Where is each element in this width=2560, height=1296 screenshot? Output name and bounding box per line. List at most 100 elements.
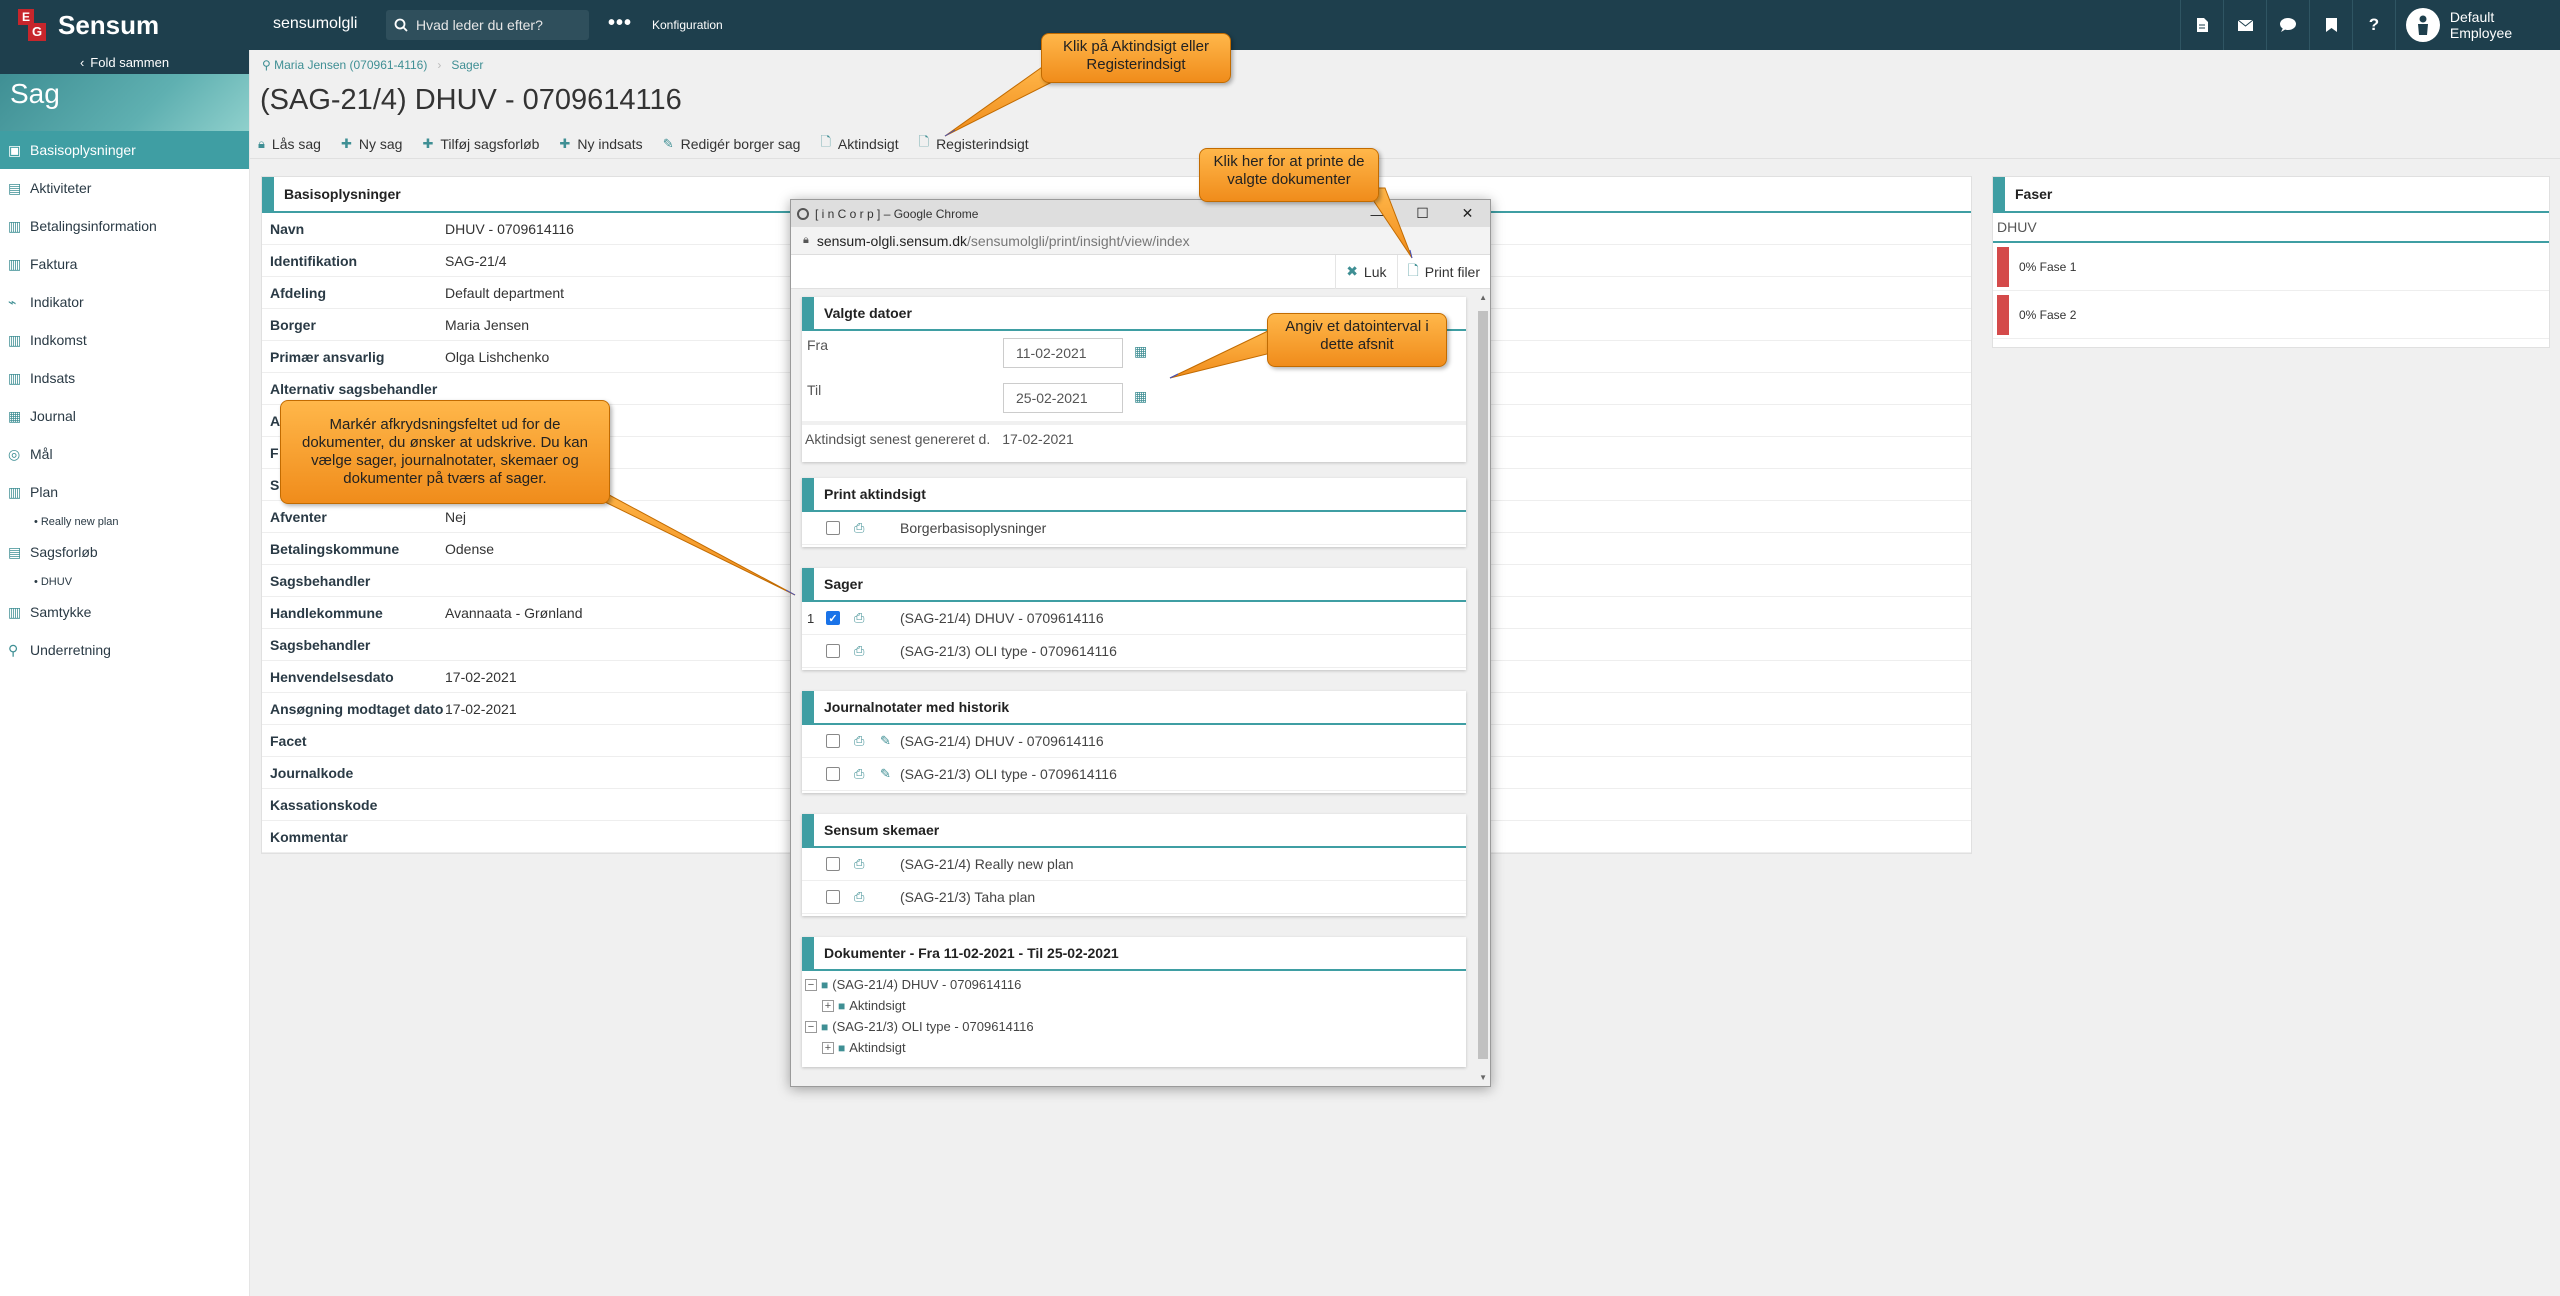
registerindsigt-button[interactable]: 🗋 Registerindsigt xyxy=(919,133,1029,155)
chat-icon[interactable] xyxy=(2266,0,2309,50)
sidebar-item-journal[interactable]: ▦ Journal xyxy=(0,397,249,435)
checkbox[interactable] xyxy=(826,734,840,748)
basis-row-label: Betalingskommune xyxy=(270,540,400,557)
calendar-icon[interactable]: ▦ xyxy=(1134,343,1147,360)
tree-node[interactable]: − ■ (SAG-21/4) DHUV - 0709614116 xyxy=(802,974,1466,995)
sidebar-item-indikator[interactable]: ⌁ Indikator xyxy=(0,283,249,321)
dokumenter-section: Dokumenter - Fra 11-02-2021 - Til 25-02-… xyxy=(802,937,1466,1067)
add-course-button[interactable]: ✚ Tilføj sagsforløb xyxy=(422,136,539,152)
sidebar-item-betalingsinformation[interactable]: ▥ Betalingsinformation xyxy=(0,207,249,245)
checkbox[interactable] xyxy=(826,521,840,535)
from-date-input[interactable] xyxy=(1003,338,1123,368)
address-bar[interactable]: 🔒︎ sensum-olgli.sensum.dk/sensumolgli/pr… xyxy=(791,227,1490,255)
print-icon[interactable]: ⎙ xyxy=(854,766,868,782)
print-icon[interactable]: ⎙ xyxy=(854,889,868,905)
lock-case-button[interactable]: 🔒︎ Lås sag xyxy=(258,136,321,152)
basis-row-value: Nej xyxy=(445,508,467,525)
fold-button[interactable]: ‹ Fold sammen xyxy=(0,50,249,74)
print-icon[interactable]: ⎙ xyxy=(854,856,868,872)
more-menu-button[interactable]: ••• xyxy=(608,12,632,35)
sidebar-item-indkomst[interactable]: ▥ Indkomst xyxy=(0,321,249,359)
collapse-icon[interactable]: − xyxy=(805,1020,817,1033)
journal-section: Journalnotater med historik ⎙ ✎ (SAG-21/… xyxy=(802,691,1466,793)
book-icon: ▦ xyxy=(8,407,22,424)
sidebar-subitem-really-new-plan[interactable]: • Really new plan xyxy=(0,511,249,533)
sidebar-subitem-dhuv[interactable]: • DHUV xyxy=(0,571,249,593)
brand[interactable]: E G Sensum xyxy=(18,8,159,42)
sidebar-item-basisoplysninger[interactable]: ▣ Basisoplysninger xyxy=(0,131,249,169)
basis-row-label: Kommentar xyxy=(270,828,348,845)
scroll-up-icon[interactable]: ▲ xyxy=(1479,293,1487,302)
checkbox[interactable] xyxy=(826,890,840,904)
to-date-input[interactable] xyxy=(1003,383,1123,413)
mail-icon[interactable] xyxy=(2223,0,2266,50)
print-icon[interactable]: ⎙ xyxy=(854,643,868,659)
popup-scrollbar[interactable]: ▲ ▼ xyxy=(1476,289,1490,1086)
search-input[interactable] xyxy=(416,17,576,33)
breadcrumb-section[interactable]: Sager xyxy=(451,58,483,72)
phase-row[interactable]: 0% Fase 1 xyxy=(1993,243,2549,291)
basis-row-label: Sagsbehandler xyxy=(270,636,371,653)
tree-node[interactable]: − ■ (SAG-21/3) OLI type - 0709614116 xyxy=(802,1016,1466,1037)
collapse-icon[interactable]: − xyxy=(805,978,817,991)
expand-icon[interactable]: + xyxy=(822,999,834,1012)
search-box[interactable] xyxy=(386,10,589,40)
file-icon: 🗋 xyxy=(820,134,831,149)
expand-icon[interactable]: + xyxy=(822,1041,834,1054)
user-menu[interactable]: Default Employee xyxy=(2395,0,2560,50)
print-icon[interactable]: ⎙ xyxy=(854,520,868,536)
checkbox[interactable] xyxy=(826,767,840,781)
toolbar: 🔒︎ Lås sag ✚ Ny sag ✚ Tilføj sagsforløb ✚ Ny… xyxy=(258,130,1049,158)
bullet-icon: • xyxy=(34,576,38,588)
calendar-icon[interactable]: ▦ xyxy=(1134,388,1147,405)
print-icon[interactable]: ⎙ xyxy=(854,733,868,749)
print-icon[interactable]: ⎙ xyxy=(854,610,868,626)
sidebar-item-underretning[interactable]: ⚲ Underretning xyxy=(0,631,249,669)
sidebar-item-indsats[interactable]: ▥ Indsats xyxy=(0,359,249,397)
bullet-icon: • xyxy=(34,516,38,528)
sidebar-item-plan[interactable]: ▥ Plan xyxy=(0,473,249,511)
skemaer-section: Sensum skemaer ⎙ (SAG-21/4) Really new p… xyxy=(802,814,1466,916)
pencil-icon[interactable]: ✎ xyxy=(880,766,894,782)
sidebar-item-maal[interactable]: ◎ Mål xyxy=(0,435,249,473)
sidebar-item-samtykke[interactable]: ▥ Samtykke xyxy=(0,593,249,631)
document-icon[interactable] xyxy=(2180,0,2223,50)
edit-citizen-case-button[interactable]: ✎ Redigér borger sag xyxy=(663,136,801,152)
basis-row-value: Avannaata - Grønland xyxy=(445,604,583,621)
breadcrumb-person[interactable]: ⚲ Maria Jensen (070961-4116) xyxy=(262,58,427,72)
aktindsigt-button[interactable]: 🗋 Aktindsigt xyxy=(820,133,898,155)
scroll-thumb[interactable] xyxy=(1478,311,1488,1059)
sidebar-item-aktiviteter[interactable]: ▤ Aktiviteter xyxy=(0,169,249,207)
sidebar-item-sagsforloeb[interactable]: ▤ Sagsforløb xyxy=(0,533,249,571)
checkbox[interactable] xyxy=(826,857,840,871)
consent-icon: ▥ xyxy=(8,603,22,620)
checkbox-checked[interactable]: ✓ xyxy=(826,611,840,625)
sidebar-item-faktura[interactable]: ▥ Faktura xyxy=(0,245,249,283)
popup-actions: ✖ Luk 🗋 Print filer xyxy=(791,254,1491,289)
pencil-icon[interactable]: ✎ xyxy=(880,733,894,749)
tree-node[interactable]: + ■ Aktindsigt xyxy=(802,995,1466,1016)
print-files-button[interactable]: 🗋 Print filer xyxy=(1396,254,1491,289)
basis-row-value: Maria Jensen xyxy=(445,316,530,333)
help-icon[interactable]: ? xyxy=(2352,0,2395,50)
tenant-name[interactable]: sensumolgli xyxy=(273,15,357,33)
callout-dato: Angiv et datointerval i dette afsnit xyxy=(1267,313,1447,367)
target-icon: ◎ xyxy=(8,445,21,462)
config-link[interactable]: Konfiguration xyxy=(652,18,723,32)
maximize-button[interactable]: ☐ xyxy=(1400,200,1445,227)
close-window-button[interactable]: ✕ xyxy=(1445,200,1490,227)
checkbox[interactable] xyxy=(826,644,840,658)
bookmark-icon[interactable] xyxy=(2309,0,2352,50)
top-icons: ? xyxy=(2180,0,2395,50)
scroll-down-icon[interactable]: ▼ xyxy=(1479,1073,1487,1082)
page-title: (SAG-21/4) DHUV - 0709614116 xyxy=(260,84,682,116)
close-button[interactable]: ✖ Luk xyxy=(1335,254,1396,289)
from-label: Fra xyxy=(807,337,828,353)
pencil-icon: ✎ xyxy=(662,136,674,151)
tree-node[interactable]: + ■ Aktindsigt xyxy=(802,1037,1466,1058)
basis-row-label: Handlekommune xyxy=(270,604,383,621)
minimize-button[interactable]: — xyxy=(1355,200,1400,227)
new-case-button[interactable]: ✚ Ny sag xyxy=(341,136,402,152)
phase-row[interactable]: 0% Fase 2 xyxy=(1993,291,2549,339)
new-effort-button[interactable]: ✚ Ny indsats xyxy=(559,136,642,152)
